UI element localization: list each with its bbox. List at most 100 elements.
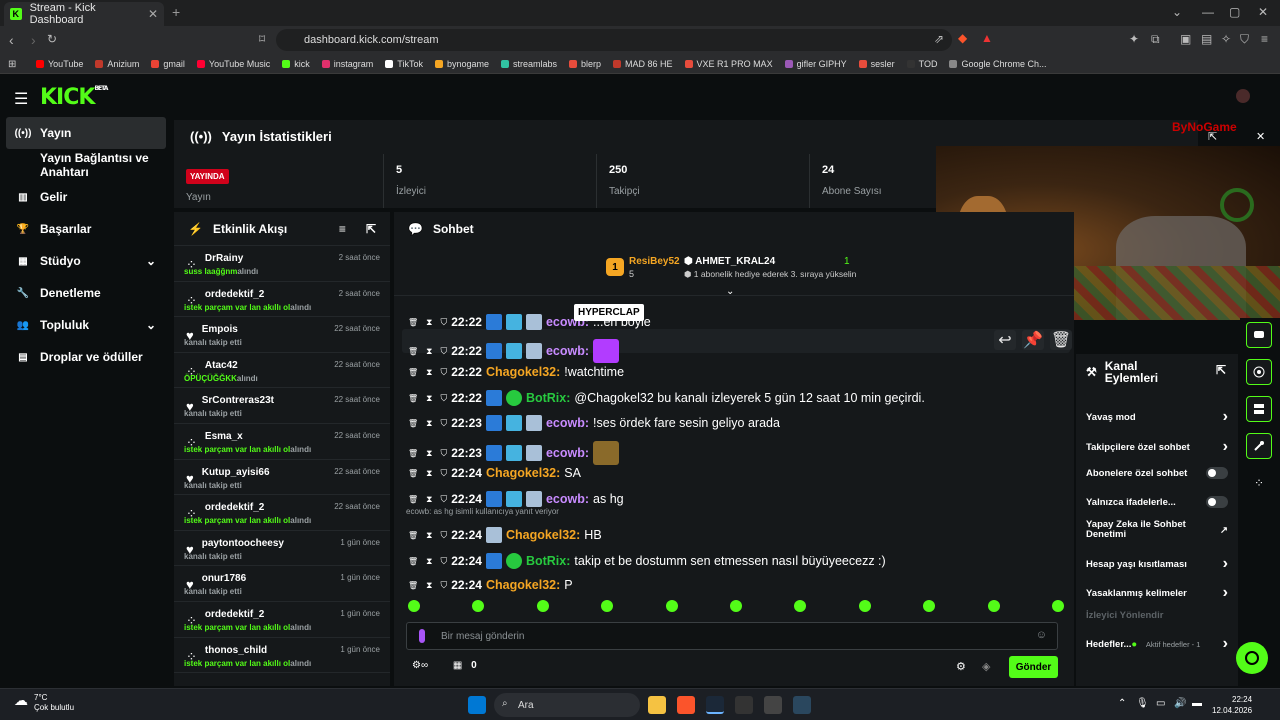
activity-user[interactable]: thonos_child [205,645,267,656]
timeout-icon[interactable]: ⧗ [426,530,432,541]
quick-emote[interactable] [408,600,420,612]
minimize-icon[interactable]: — [1202,5,1214,19]
activity-user[interactable]: DrRainy [205,253,243,264]
restore-icon[interactable]: ▢ [1229,5,1240,19]
rail-wrench-icon[interactable] [1246,433,1272,459]
pin-icon[interactable]: 📌 [1022,330,1044,350]
tab-search-icon[interactable]: ⌄ [1172,5,1182,19]
timeout-icon[interactable]: ⧗ [426,494,432,505]
vpn-icon[interactable]: ⛉ [1240,32,1249,47]
new-tab-icon[interactable]: + [172,4,180,20]
chat-message[interactable]: 🗑 ⧗ ⛉ 22:23 ecowb: !ses ördek fare sesin geli… [408,415,780,431]
bookmark-item[interactable]: MAD 86 HE [613,59,673,69]
bookmark-item[interactable]: blerp [569,59,601,69]
activity-user[interactable]: onur1786 [202,573,246,584]
hamburger-menu-icon[interactable]: ☰ [14,89,28,109]
bookmark-item[interactable]: Anizium [95,59,139,69]
channel-action-item[interactable]: İzleyici Yönlendir [1086,610,1228,621]
quick-emote[interactable] [858,600,871,612]
timeout-icon[interactable]: ⧗ [426,367,432,378]
activity-user[interactable]: Kutup_ayisi66 [202,467,270,478]
settings-icon[interactable]: ⚙ [956,660,966,673]
delete-message-icon[interactable]: 🗑 [408,581,418,590]
epic-icon[interactable] [735,696,753,714]
ban-icon[interactable]: ⛉ [440,448,447,459]
battery-icon[interactable]: ▬ [1192,698,1202,709]
ban-icon[interactable]: ⛉ [440,393,447,404]
explorer-icon[interactable] [648,696,666,714]
activity-item[interactable]: ⁘ Esma_x istek parçam var lan akıllı ol al… [174,424,390,460]
ban-icon[interactable]: ⛉ [440,317,447,328]
brave-shield-icon[interactable]: ◆ [958,31,967,45]
bookmark-item[interactable]: bynogame [434,59,489,69]
back-icon[interactable]: ‹ [9,32,14,48]
bookmark-item[interactable]: kick [282,59,310,69]
volume-icon[interactable]: 🔊 [1174,698,1186,709]
message-username[interactable]: ecowb [546,416,585,430]
ban-icon[interactable]: ⛉ [440,580,447,591]
ban-icon[interactable]: ⛉ [440,468,447,479]
sidebar-item[interactable]: 🔧 Denetleme [0,277,172,309]
activity-user[interactable]: ordedektif_2 [205,609,264,620]
channel-action-item[interactable]: Yalnızca ifadelerle... [1086,496,1228,508]
url-field[interactable]: dashboard.kick.com/stream [276,29,952,51]
expand-icon[interactable]: ⇱ [366,222,376,236]
message-username[interactable]: Chagokel32 [486,365,556,379]
close-window-icon[interactable]: ✕ [1258,5,1268,19]
store-icon[interactable] [764,696,782,714]
message-username[interactable]: ecowb [546,492,585,506]
sidebar-icon[interactable]: ▣ [1180,32,1191,46]
timeout-icon[interactable]: ⧗ [426,468,432,479]
steam2-icon[interactable] [793,696,811,714]
message-username[interactable]: Chagokel32 [486,578,556,592]
filter-icon[interactable]: ≡ [339,222,346,236]
chat-message[interactable]: 🗑 ⧗ ⛉ 22:22 ecowb: [408,339,620,363]
quick-emote[interactable] [472,600,485,612]
start-icon[interactable] [468,696,486,714]
bookmark-item[interactable]: instagram [321,59,373,69]
activity-item[interactable]: ⁘ ordedektif_2 istek parçam var lan akıllı… [174,282,390,318]
sidebar-item[interactable]: ▥ Gelir [0,181,172,213]
activity-user[interactable]: paytontoocheesy [202,538,284,549]
profile-avatar[interactable] [1236,89,1250,103]
toggle-switch[interactable] [1206,496,1228,508]
chat-message[interactable]: 🗑 ⧗ ⛉ 22:24 Chagokel32: P [408,578,573,592]
ban-icon[interactable]: ⛉ [440,556,447,567]
activity-user[interactable]: Esma_x [205,431,243,442]
top-user[interactable]: ResiBey52 [629,256,680,267]
bookmark-item[interactable]: gmail [151,59,185,69]
sidebar-item[interactable]: Yayın Bağlantısı ve Anahtarı [0,149,172,181]
channel-action-item[interactable]: Hesap yaşı kısıtlaması › [1086,555,1228,573]
sidebar-item[interactable]: ((•)) Yayın [6,117,166,149]
rail-chat-icon[interactable] [1246,322,1272,348]
timeout-icon[interactable]: ⧗ [426,580,432,591]
channel-action-item[interactable]: Hedefler...● Aktif hedefler - 1 › [1086,635,1228,653]
taskbar-clock[interactable]: 22:24 12.04.2026 [1212,694,1252,716]
extensions-icon[interactable]: ✦ [1129,32,1139,46]
rail-redeem-icon[interactable]: ⁘ [1254,476,1264,490]
delete-message-icon[interactable]: 🗑 [408,368,418,377]
activity-user[interactable]: SrContreras23t [202,395,274,406]
expand-icon[interactable]: ⇱ [1216,364,1226,376]
weather-widget[interactable]: ☁ 7°C Çok bulutlu [14,693,74,713]
chat-message[interactable]: 🗑 ⧗ ⛉ 22:24 Chagokel32: SA [408,466,581,480]
bookmark-item[interactable]: streamlabs [501,59,557,69]
ban-icon[interactable]: ⛉ [440,494,447,505]
delete-icon[interactable]: 🗑 [1050,330,1072,350]
activity-item[interactable]: ♥ Empois kanalı takip etti 22 saat önce [174,317,390,353]
ban-icon[interactable]: ⛉ [440,346,447,357]
steam-icon[interactable] [706,696,724,714]
activity-user[interactable]: ordedektif_2 [205,502,264,513]
message-username[interactable]: BotRix [526,554,566,568]
quick-emote[interactable] [794,600,807,612]
bookmark-item[interactable]: YouTube Music [196,59,270,69]
activity-user[interactable]: Empois [202,324,238,335]
popout-icon[interactable]: ⇱ [1208,130,1217,143]
leo-icon[interactable]: ✧ [1221,32,1231,46]
reply-icon[interactable]: ↩ [994,330,1016,350]
timeout-icon[interactable]: ⧗ [426,317,432,328]
activity-item[interactable]: ⁘ ordedektif_2 istek parçam var lan akıllı… [174,602,390,638]
mic-tray-icon[interactable]: 🎙 [1136,698,1149,709]
chat-message[interactable]: 🗑 ⧗ ⛉ 22:22 BotRix: @Chagokel32 bu kanalı izl… [408,390,925,406]
timeout-icon[interactable]: ⧗ [426,418,432,429]
